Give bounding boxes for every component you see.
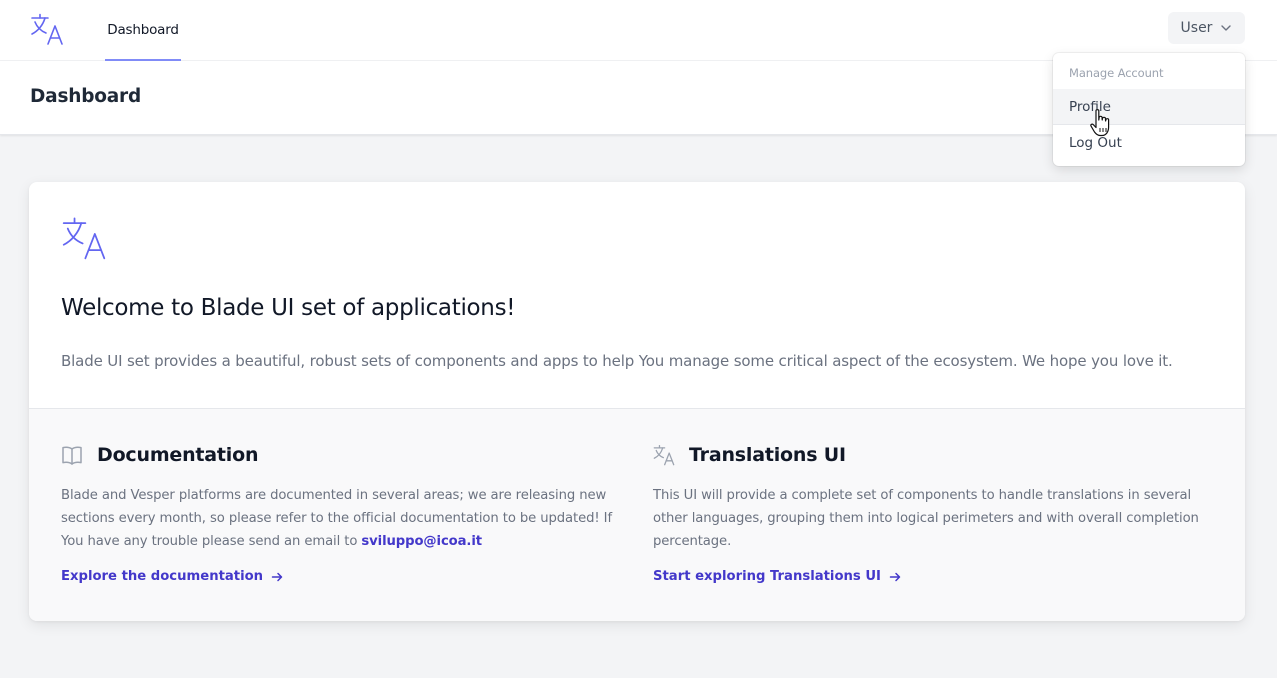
support-email-link[interactable]: sviluppo@icoa.it — [361, 534, 482, 549]
explore-documentation-label: Explore the documentation — [61, 569, 264, 584]
explore-translations-label: Start exploring Translations UI — [653, 569, 881, 584]
nav-link-dashboard[interactable]: Dashboard — [105, 0, 181, 61]
explore-translations-link[interactable]: Start exploring Translations UI — [653, 569, 901, 584]
arrow-right-icon — [271, 572, 283, 581]
welcome-title: Welcome to Blade UI set of applications! — [61, 295, 516, 321]
chevron-down-icon — [1221, 25, 1232, 31]
top-navigation: Dashboard User — [0, 0, 1277, 61]
user-menu-label: User — [1180, 20, 1213, 36]
hand-cursor-icon — [1090, 109, 1110, 137]
dropdown-item-profile[interactable]: Profile — [1053, 89, 1245, 125]
features-section: Documentation Blade and Vesper platforms… — [29, 408, 1245, 621]
documentation-heading: Documentation — [61, 444, 259, 466]
translate-icon[interactable] — [30, 13, 64, 45]
page-title: Dashboard — [30, 86, 142, 107]
translate-icon — [62, 217, 106, 260]
documentation-text: Blade and Vesper platforms are documente… — [61, 484, 626, 553]
translations-heading: Translations UI — [653, 444, 846, 466]
user-menu-button[interactable]: User — [1168, 12, 1245, 44]
translations-title: Translations UI — [689, 444, 846, 466]
explore-documentation-link[interactable]: Explore the documentation — [61, 569, 283, 584]
documentation-title: Documentation — [97, 444, 259, 466]
book-icon — [62, 446, 82, 465]
arrow-right-icon — [889, 572, 901, 581]
manage-account-label: Manage Account — [1069, 66, 1164, 80]
translations-text: This UI will provide a complete set of c… — [653, 488, 1199, 549]
welcome-description: Blade UI set provides a beautiful, robus… — [61, 352, 1173, 370]
user-dropdown-menu: Manage Account Profile Log Out — [1053, 53, 1245, 166]
dropdown-item-logout[interactable]: Log Out — [1053, 125, 1245, 161]
documentation-body: Blade and Vesper platforms are documente… — [61, 488, 613, 549]
translate-icon — [653, 444, 675, 466]
welcome-card: Welcome to Blade UI set of applications!… — [29, 182, 1245, 621]
